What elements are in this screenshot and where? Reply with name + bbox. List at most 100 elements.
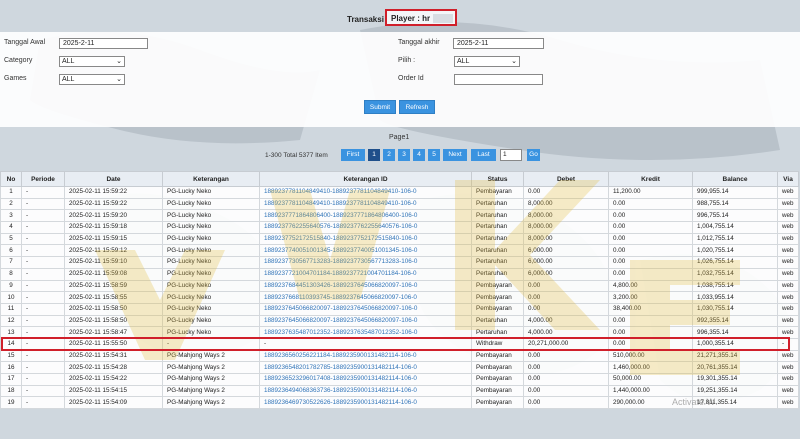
cell-via: web — [777, 221, 799, 234]
cell-keterangan: PG-Mahjong Ways 2 — [162, 361, 260, 374]
filter-panel: Tanggal Awal 2025-2-11 Tanggal akhir 202… — [0, 32, 800, 127]
cell-date: 2025-02-11 15:59:08 — [64, 267, 163, 281]
cell-keterangan-id[interactable]: 1889237762255640576-1889237762255640576-… — [259, 221, 472, 234]
col-header-status[interactable]: Status — [471, 171, 524, 187]
col-header-periode[interactable]: Periode — [21, 171, 65, 187]
cell-periode: - — [21, 197, 65, 211]
col-header-kredit[interactable]: Kredit — [608, 171, 693, 187]
cell-keterangan-id[interactable]: 1889237781104849410-1889237781104849410-… — [259, 197, 472, 211]
page-number-input[interactable]: 1 — [500, 149, 522, 161]
page-button-3[interactable]: 3 — [398, 149, 410, 161]
cell-kredit: 0.00 — [608, 256, 693, 269]
cell-periode: - — [21, 221, 65, 234]
cell-kredit: 3,200.00 — [608, 291, 693, 304]
cell-status: Pertaruhan — [471, 314, 524, 328]
cell-date: 2025-02-11 15:58:47 — [64, 326, 163, 339]
cell-periode: - — [21, 396, 65, 410]
cell-status: Pertaruhan — [471, 244, 524, 258]
games-select[interactable]: ALL ⌄ — [59, 74, 125, 85]
cell-debet: 0.00 — [523, 279, 609, 293]
cell-debet: 20,271,000.00 — [523, 337, 609, 351]
next-page-button[interactable]: Next — [443, 149, 467, 161]
last-page-button[interactable]: Last — [471, 149, 496, 161]
col-header-via[interactable]: Via — [777, 171, 799, 187]
cell-keterangan-id[interactable]: 1889237721004701184-1889237721004701184-… — [259, 267, 472, 281]
col-header-balance[interactable]: Balance — [692, 171, 778, 187]
cell-keterangan: PG-Mahjong Ways 2 — [162, 384, 260, 398]
cell-keterangan: PG-Lucky Neko — [162, 302, 260, 316]
submit-button[interactable]: Submit — [364, 100, 396, 114]
cell-balance: 1,012,755.14 — [692, 232, 778, 246]
page-button-2[interactable]: 2 — [383, 149, 395, 161]
cell-status: Pembayaran — [471, 291, 524, 304]
tanggal-awal-input[interactable]: 2025-2-11 — [59, 38, 148, 49]
cell-balance: 1,020,755.14 — [692, 244, 778, 258]
cell-status: Pembayaran — [471, 373, 524, 386]
cell-keterangan-id: - — [259, 337, 472, 351]
cell-keterangan-id[interactable]: 1889236548201782785-1889235900131482114-… — [259, 361, 472, 374]
cell-via: web — [777, 232, 799, 246]
cell-keterangan-id[interactable]: 1889237668110393745-1889237645066820097-… — [259, 291, 472, 304]
cell-kredit: 0.00 — [608, 209, 693, 223]
cell-keterangan-id[interactable]: 1889237645066820097-1889237645066820097-… — [259, 302, 472, 316]
cell-keterangan-id[interactable]: 1889237771864806400-1889237771864806400-… — [259, 209, 472, 223]
cell-keterangan-id[interactable]: 1889237684451303426-1889237645066820097-… — [259, 279, 472, 293]
cell-balance: 999,955.14 — [692, 186, 778, 199]
refresh-button[interactable]: Refresh — [399, 100, 435, 114]
cell-keterangan-id[interactable]: 1889236494068363736-1889235900131482114-… — [259, 384, 472, 398]
cell-status: Pembayaran — [471, 186, 524, 199]
pilih-select[interactable]: ALL ⌄ — [454, 56, 520, 67]
cell-no: 18 — [0, 384, 22, 398]
cell-no: 19 — [0, 396, 22, 410]
cell-no: 9 — [0, 279, 22, 293]
col-header-keterangan-id[interactable]: Keterangan ID — [259, 171, 472, 187]
cell-keterangan-id[interactable]: 1889237645066820097-1889237645066820097-… — [259, 314, 472, 328]
cell-date: 2025-02-11 15:54:15 — [64, 384, 163, 398]
cell-via: web — [777, 279, 799, 293]
page-button-5[interactable]: 5 — [428, 149, 440, 161]
cell-no: 14 — [0, 337, 22, 351]
cell-keterangan-id[interactable]: 1889237730567713283-1889237730567713283-… — [259, 256, 472, 269]
cell-keterangan-id[interactable]: 1889237635487012352-1889237635487012352-… — [259, 326, 472, 339]
cell-kredit: 0.00 — [608, 232, 693, 246]
go-button[interactable]: Go — [527, 149, 540, 161]
cell-keterangan: PG-Mahjong Ways 2 — [162, 349, 260, 363]
cell-status: Pertaruhan — [471, 267, 524, 281]
cell-keterangan: PG-Lucky Neko — [162, 326, 260, 339]
cell-via: web — [777, 267, 799, 281]
cell-keterangan-id[interactable]: 1889237740051001345-1889237740051001345-… — [259, 244, 472, 258]
cell-keterangan: PG-Lucky Neko — [162, 256, 260, 269]
cell-no: 4 — [0, 221, 22, 234]
cell-periode: - — [21, 349, 65, 363]
cell-kredit: 50,000.00 — [608, 373, 693, 386]
cell-periode: - — [21, 244, 65, 258]
cell-status: Pembayaran — [471, 279, 524, 293]
cell-via: web — [777, 244, 799, 258]
cell-keterangan-id[interactable]: 1889236560256221184-1889235900131482114-… — [259, 349, 472, 363]
cell-status: Pembayaran — [471, 349, 524, 363]
col-header-keterangan[interactable]: Keterangan — [162, 171, 260, 187]
category-select[interactable]: ALL ⌄ — [59, 56, 125, 67]
first-page-button[interactable]: First — [341, 149, 365, 161]
cell-keterangan-id[interactable]: 1889236469730522626-1889235900131482114-… — [259, 396, 472, 410]
cell-balance: 992,355.14 — [692, 314, 778, 328]
cell-keterangan-id[interactable]: 1889236523296017408-1889235900131482114-… — [259, 373, 472, 386]
cell-keterangan-id[interactable]: 1889237752172515840-1889237752172515840-… — [259, 232, 472, 246]
tanggal-akhir-input[interactable]: 2025-2-11 — [453, 38, 544, 49]
page-button-4[interactable]: 4 — [413, 149, 425, 161]
cell-date: 2025-02-11 15:59:10 — [64, 256, 163, 269]
table-row: 2-2025-02-11 15:59:22 PG-Lucky Neko 188923… — [0, 197, 799, 211]
cell-via: web — [777, 396, 799, 410]
cell-debet: 0.00 — [523, 384, 609, 398]
cell-keterangan: - — [162, 337, 260, 351]
page-button-1[interactable]: 1 — [368, 149, 380, 161]
pilih-value: ALL — [457, 58, 470, 65]
order-id-input[interactable] — [454, 74, 543, 85]
col-header-debet[interactable]: Debet — [523, 171, 609, 187]
cell-date: 2025-02-11 15:59:22 — [64, 197, 163, 211]
col-header-date[interactable]: Date — [64, 171, 163, 187]
cell-date: 2025-02-11 15:59:15 — [64, 232, 163, 246]
cell-no: 6 — [0, 244, 22, 258]
col-header-no[interactable]: No — [0, 171, 22, 187]
cell-keterangan-id[interactable]: 1889237781104849410-1889237781104849410-… — [259, 186, 472, 199]
